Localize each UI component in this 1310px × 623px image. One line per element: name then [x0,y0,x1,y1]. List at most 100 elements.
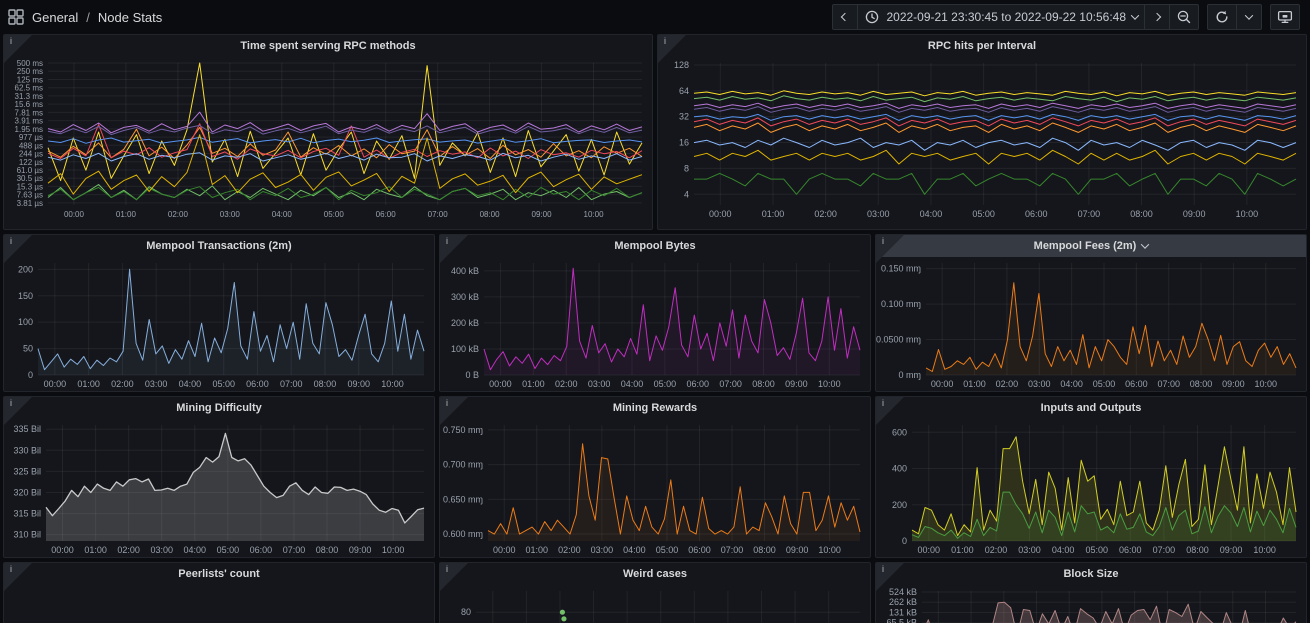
breadcrumb-page[interactable]: Node Stats [98,10,162,25]
dashboard-toolbar: General / Node Stats 2022-09-21 23:30:45… [0,0,1310,34]
legend-series-label: get_peer_list [1094,228,1143,230]
svg-text:01:00: 01:00 [762,209,785,219]
svg-text:02:00: 02:00 [117,545,140,555]
breadcrumb-separator: / [86,10,90,25]
legend-item[interactable]: get_net_stats [1002,228,1069,230]
time-range-picker-button[interactable]: 2022-09-21 23:30:45 to 2022-09-22 10:56:… [857,4,1145,30]
panel-title[interactable]: Inputs and Outputs [876,397,1306,419]
legend-item[interactable]: get_block [34,228,86,230]
kiosk-mode-button[interactable] [1270,4,1300,30]
panel-info-icon[interactable]: i [876,235,904,263]
chart-canvas[interactable]: 00:0001:0002:0003:0004:0005:0006:0007:00… [876,419,1306,557]
legend-series-label: get_connections [765,228,827,230]
chart-canvas[interactable]: 00:0001:0002:0003:0004:0005:0006:0007:00… [658,57,1306,221]
dashboard-grid-icon[interactable] [8,9,24,25]
svg-text:250 ms: 250 ms [17,67,43,76]
monitor-icon [1277,9,1293,25]
svg-text:08:00: 08:00 [480,210,501,219]
refresh-icon [1214,9,1230,25]
legend-item[interactable]: get_peer_list [424,228,489,230]
svg-text:150: 150 [18,291,33,301]
panel-info-icon[interactable]: i [440,563,468,591]
chart-plot-area[interactable]: 00:0001:0002:0003:0004:0005:0006:0007:00… [876,585,1306,623]
panel-title[interactable]: Mining Rewards [440,397,870,419]
svg-text:05:00: 05:00 [656,545,679,555]
clock-icon [864,9,880,25]
panel-info-icon[interactable]: i [4,235,32,263]
svg-text:09:00: 09:00 [785,379,808,389]
refresh-interval-dropdown[interactable] [1236,4,1262,30]
panel-title[interactable]: Weird cases [440,563,870,585]
legend-item[interactable]: get_last_block_header [892,228,994,230]
panel-title[interactable]: Block Size [876,563,1306,585]
panel-title-menu[interactable]: Mempool Fees (2m) [876,235,1306,257]
legend-item[interactable]: get_block [688,228,740,230]
chart-plot-area[interactable]: 00:0001:0002:0003:0004:0005:0006:0007:00… [658,57,1306,226]
svg-text:03:00: 03:00 [1018,545,1041,555]
svg-text:15.3 µs: 15.3 µs [17,182,43,191]
panel-title[interactable]: Mempool Bytes [440,235,870,257]
chart-plot-area[interactable]: 00:0001:0002:0003:0004:0005:0006:0007:00… [440,585,870,623]
panel-info-icon[interactable]: i [876,397,904,425]
breadcrumb-section[interactable]: General [32,10,78,25]
panel-info-icon[interactable]: i [876,563,904,591]
chart-canvas[interactable]: 00:0001:0002:0003:0004:0005:0006:0007:00… [440,585,870,623]
time-shift-forward-button[interactable] [1144,4,1170,30]
panel-title[interactable]: Mining Difficulty [4,397,434,419]
legend-item[interactable]: get_peer_list [1078,228,1143,230]
panel-info-icon[interactable]: i [440,397,468,425]
svg-text:600: 600 [892,427,907,437]
svg-text:00:00: 00:00 [489,379,512,389]
refresh-group [1207,4,1262,30]
legend-item[interactable]: get_transaction_pool [498,228,593,230]
svg-text:02:00: 02:00 [168,210,189,219]
svg-text:08:00: 08:00 [1186,545,1209,555]
legend-item[interactable]: get_net_stats [348,228,415,230]
svg-text:05:00: 05:00 [217,545,240,555]
svg-text:62.5 ms: 62.5 ms [15,84,43,93]
chart-plot-area[interactable]: 00:0001:0002:0003:0004:0005:0006:0007:00… [440,257,870,392]
legend-item[interactable]: get_last_block_header [238,228,340,230]
chart-canvas[interactable]: 00:0001:0002:0003:0004:0005:0006:0007:00… [876,585,1306,623]
chart-canvas[interactable]: 00:0001:0002:0003:0004:0005:0006:0007:00… [4,57,652,221]
panel-title[interactable]: Peerlists' count [4,563,434,585]
chart-plot-area[interactable]: 00:0001:0002:0003:0004:0005:0006:0007:00… [4,257,434,392]
chart-canvas[interactable]: 00:0001:0002:0003:0004:0005:0006:0007:00… [4,257,434,391]
refresh-button[interactable] [1207,4,1237,30]
panel-info-icon[interactable]: i [4,563,32,591]
chart-canvas[interactable]: 00:0001:0002:0003:0004:0005:0006:0007:00… [4,419,434,557]
svg-text:08:00: 08:00 [1190,379,1213,389]
zoom-out-time-button[interactable] [1169,4,1199,30]
svg-text:100: 100 [18,317,33,327]
svg-text:262 kB: 262 kB [889,597,917,607]
panel-title[interactable]: Time spent serving RPC methods [4,35,652,57]
panel-info-icon[interactable]: i [4,35,32,63]
chart-canvas[interactable]: 00:0001:0002:0003:0004:0005:0006:0007:00… [440,257,870,391]
chart-plot-area[interactable]: 00:0001:0002:0003:0004:0005:0006:0007:00… [876,419,1306,558]
svg-text:08:00: 08:00 [753,545,776,555]
svg-text:01:00: 01:00 [522,379,545,389]
chart-plot-area[interactable]: 00:0001:0002:0003:0004:0005:0006:0007:00… [4,57,652,226]
panel-title[interactable]: RPC hits per Interval [658,35,1306,57]
svg-text:02:00: 02:00 [985,545,1008,555]
legend-item[interactable]: get_info [182,228,228,230]
chart-plot-area[interactable]: 00:0001:0002:0003:0004:0005:0006:0007:00… [440,419,870,558]
chart-plot-area[interactable]: 00:0001:0002:0003:0004:0005:0006:0007:00… [876,257,1306,392]
legend-series-label: get_net_stats [364,228,415,230]
chart-plot-area[interactable] [4,585,434,623]
legend-item[interactable]: get_connections [95,228,173,230]
chart-canvas[interactable]: 00:0001:0002:0003:0004:0005:0006:0007:00… [440,419,870,557]
chevron-left-icon [841,13,849,21]
chart-plot-area[interactable]: 00:0001:0002:0003:0004:0005:0006:0007:00… [4,419,434,558]
svg-text:07:00: 07:00 [1153,545,1176,555]
chart-canvas[interactable]: 00:0001:0002:0003:0004:0005:0006:0007:00… [876,257,1306,391]
legend-item[interactable]: get_connections [749,228,827,230]
panel-info-icon[interactable]: i [440,235,468,263]
time-shift-back-button[interactable] [832,4,858,30]
panel-info-icon[interactable]: i [658,35,686,63]
panel-info-icon[interactable]: i [4,397,32,425]
panel-title[interactable]: Mempool Transactions (2m) [4,235,434,257]
legend-item[interactable]: get_transaction_pool [1152,228,1247,230]
legend-item[interactable]: get_info [836,228,882,230]
svg-text:31.3 ms: 31.3 ms [15,92,43,101]
